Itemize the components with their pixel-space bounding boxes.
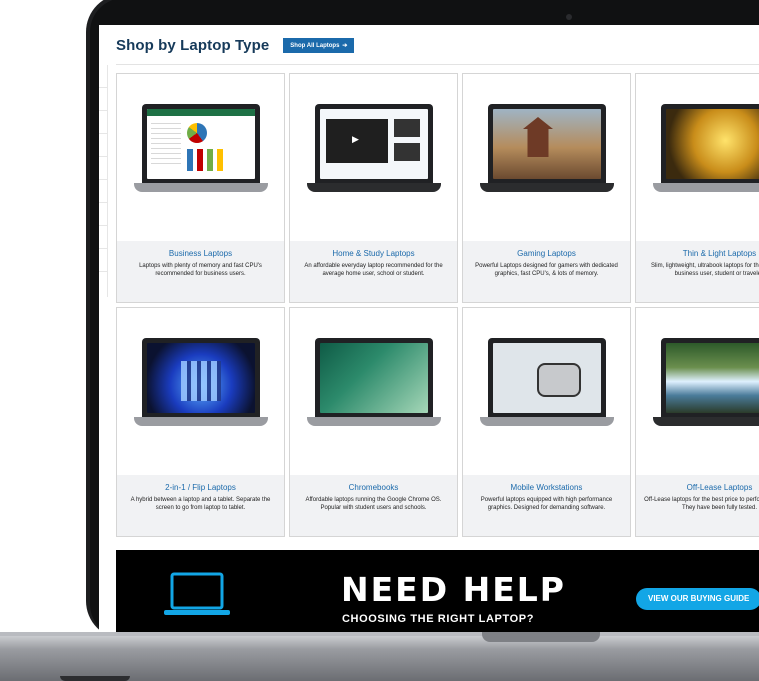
category-card-2in1[interactable]: 2-in-1 / Flip Laptops A hybrid between a … <box>116 307 285 537</box>
laptop-notch <box>482 632 600 642</box>
banner-headline: NEED HELP <box>341 570 566 609</box>
category-card-thin-light[interactable]: Thin & Light Laptops Slim, lightweight, u… <box>635 73 759 303</box>
category-name[interactable]: Home & Study Laptops <box>290 249 457 258</box>
shop-all-label: Shop All Laptops <box>290 42 340 49</box>
buying-guide-banner[interactable]: NEED HELP CHOOSING THE RIGHT LAPTOP? VIE… <box>116 550 759 632</box>
divider <box>116 64 759 65</box>
side-strip <box>99 65 108 297</box>
laptop-screen: Shop by Laptop Type Shop All Laptops ➔ B… <box>99 25 759 632</box>
category-desc: A hybrid between a laptop and a tablet. … <box>130 497 271 511</box>
view-buying-guide-button[interactable]: VIEW OUR BUYING GUIDE <box>636 588 759 610</box>
category-name[interactable]: Gaming Laptops <box>463 249 630 258</box>
category-desc: Powerful laptops equipped with high perf… <box>480 497 613 511</box>
laptop-outline-icon <box>164 572 230 615</box>
category-name[interactable]: Chromebooks <box>290 483 457 492</box>
arrow-right-icon: ➔ <box>342 43 348 49</box>
banner-subline: CHOOSING THE RIGHT LAPTOP? <box>342 613 535 625</box>
category-name[interactable]: Off-Lease Laptops <box>636 483 759 492</box>
category-name[interactable]: Mobile Workstations <box>463 483 630 492</box>
category-desc: An affordable everyday laptop recommende… <box>304 263 443 277</box>
laptop-chassis <box>0 632 759 681</box>
category-name[interactable]: Business Laptops <box>117 249 284 258</box>
category-desc: Affordable laptops running the Google Ch… <box>305 497 442 511</box>
webcam-icon <box>566 14 572 20</box>
category-desc: Laptops with plenty of memory and fast C… <box>139 263 262 277</box>
spreadsheet-laptop-image <box>117 74 284 239</box>
category-card-home-study[interactable]: Home & Study Laptops An affordable everyd… <box>289 73 458 303</box>
category-desc: Powerful Laptops designed for gamers wit… <box>475 263 618 277</box>
gold-wallpaper-laptop-image <box>636 74 759 239</box>
category-name[interactable]: 2-in-1 / Flip Laptops <box>117 483 284 492</box>
category-card-off-lease[interactable]: Off-Lease Laptops Off-Lease laptops for t… <box>635 307 759 537</box>
category-card-business[interactable]: Business Laptops Laptops with plenty of m… <box>116 73 285 303</box>
category-grid: Business Laptops Laptops with plenty of m… <box>116 73 759 537</box>
category-card-workstations[interactable]: Mobile Workstations Powerful laptops equi… <box>462 307 631 537</box>
category-desc: Slim, lightweight, ultrabook laptops for… <box>650 263 759 277</box>
category-name[interactable]: Thin & Light Laptops <box>636 249 759 258</box>
section-header: Shop by Laptop Type Shop All Laptops ➔ <box>116 37 355 54</box>
category-card-chromebooks[interactable]: Chromebooks Affordable laptops running th… <box>289 307 458 537</box>
chromebook-image <box>290 308 457 473</box>
section-title: Shop by Laptop Type <box>116 37 270 54</box>
category-card-gaming[interactable]: Gaming Laptops Powerful Laptops designed … <box>462 73 631 303</box>
laptop-foot <box>60 676 130 681</box>
game-laptop-image <box>463 74 630 239</box>
shop-all-laptops-button[interactable]: Shop All Laptops ➔ <box>283 38 355 53</box>
category-desc: Off-Lease laptops for the best price to … <box>644 497 759 511</box>
windows-flip-laptop-image <box>117 308 284 473</box>
video-laptop-image <box>290 74 457 239</box>
cad-laptop-image <box>463 308 630 473</box>
waterfall-laptop-image <box>636 308 759 473</box>
